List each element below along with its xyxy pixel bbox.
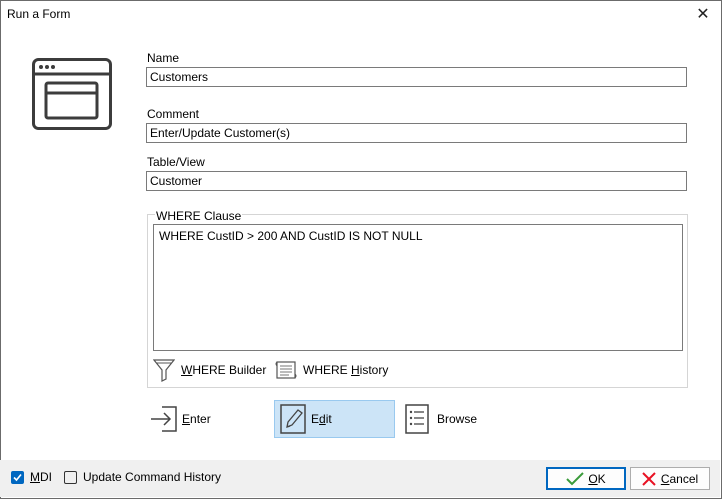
ok-label: OK xyxy=(588,471,606,486)
checkbox-unchecked-icon xyxy=(64,470,77,484)
browse-mode-label: Browse xyxy=(437,412,478,426)
ok-button[interactable]: OK xyxy=(546,467,626,490)
browse-list-icon xyxy=(405,404,429,434)
window-title: Run a Form xyxy=(7,7,71,21)
table-view-field[interactable]: Customer xyxy=(146,171,687,191)
where-history-button[interactable]: WHERE History xyxy=(275,358,388,382)
close-icon[interactable]: ✕ xyxy=(693,5,713,25)
where-clause-label: WHERE Clause xyxy=(155,209,243,223)
browse-mode-button[interactable]: Browse xyxy=(404,400,504,438)
edit-pencil-icon xyxy=(280,404,306,434)
enter-mode-button[interactable]: Enter xyxy=(147,400,247,438)
update-command-history-label: Update Command History xyxy=(83,470,222,484)
cancel-label: Cancel xyxy=(660,471,699,486)
name-field[interactable]: Customers xyxy=(146,67,687,87)
where-history-label: WHERE History xyxy=(303,363,389,377)
update-command-history-checkbox[interactable]: Update Command History xyxy=(64,470,221,484)
checkbox-checked-icon xyxy=(11,470,24,484)
comment-label: Comment xyxy=(147,107,200,121)
enter-mode-label: Enter xyxy=(182,412,211,426)
enter-icon xyxy=(151,406,177,432)
cancel-button[interactable]: Cancel xyxy=(630,467,710,490)
name-label: Name xyxy=(147,51,180,65)
mdi-checkbox[interactable]: MDI xyxy=(11,470,52,484)
cancel-x-icon xyxy=(642,471,656,486)
comment-field[interactable]: Enter/Update Customer(s) xyxy=(146,123,687,143)
where-builder-label: WHERE Builder xyxy=(181,363,267,377)
mdi-label: MDI xyxy=(30,470,52,484)
edit-mode-label: Edit xyxy=(311,412,332,426)
where-clause-textarea[interactable]: WHERE CustID > 200 AND CustID IS NOT NUL… xyxy=(153,224,683,351)
table-view-label: Table/View xyxy=(147,155,205,169)
form-window-icon xyxy=(32,58,112,130)
history-scroll-icon xyxy=(275,361,297,379)
edit-mode-button[interactable]: Edit xyxy=(274,400,395,438)
title-bar: Run a Form ✕ xyxy=(1,1,721,29)
funnel-icon xyxy=(153,359,175,382)
where-builder-button[interactable]: WHERE Builder xyxy=(153,358,266,382)
checkmark-icon xyxy=(566,471,585,485)
